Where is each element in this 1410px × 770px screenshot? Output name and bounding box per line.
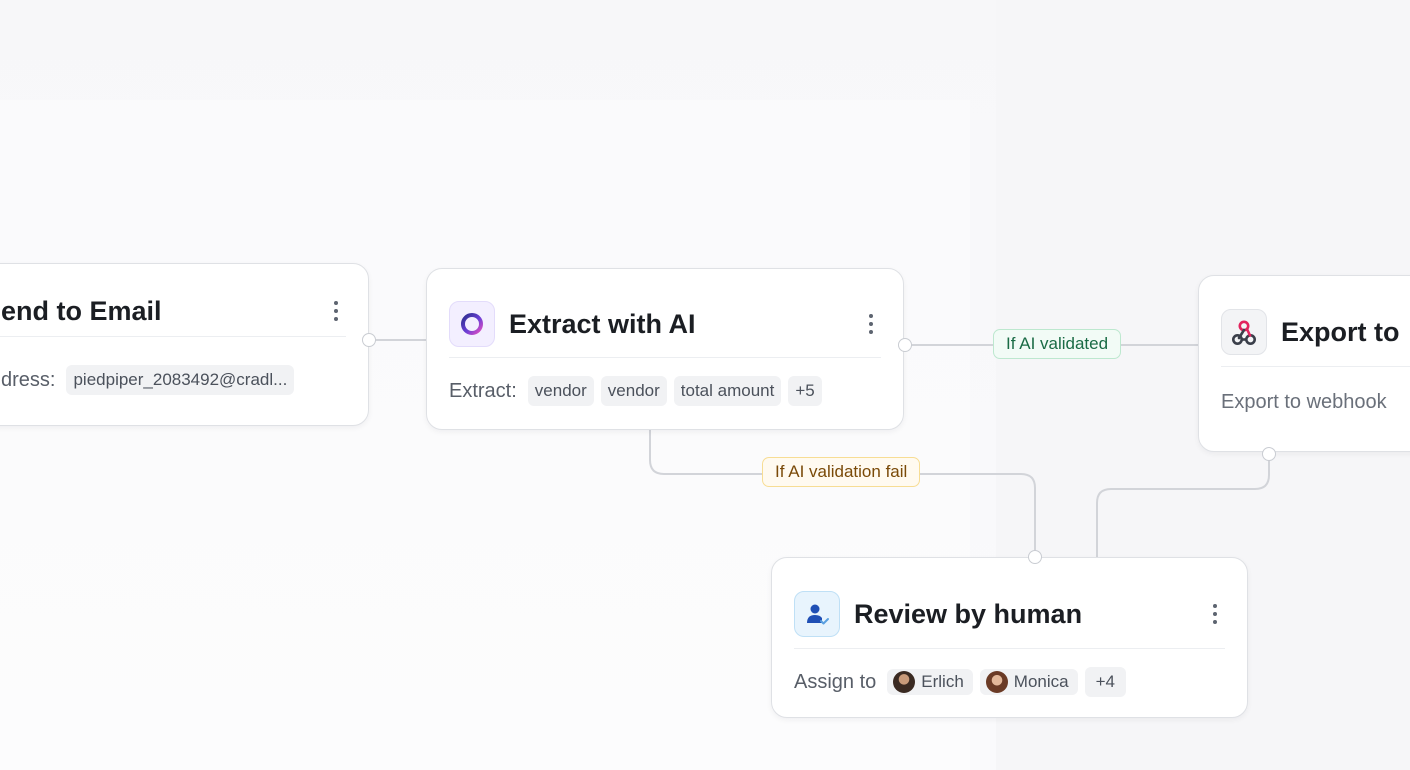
field-label: Extract: [449, 379, 517, 402]
more-vertical-icon[interactable] [326, 297, 346, 325]
node-extract-with-ai[interactable]: Extract with AI Extract: vendor vendor t… [426, 268, 904, 430]
more-assignees-chip[interactable]: +4 [1084, 667, 1126, 697]
avatar [985, 671, 1008, 693]
more-fields-chip[interactable]: +5 [788, 376, 822, 406]
extract-field-chip: vendor [600, 376, 667, 406]
edge-label-validation-fail: If AI validation fail [762, 457, 921, 487]
assignee-chip-monica[interactable]: Monica [979, 669, 1078, 695]
node-title: Review by human [854, 598, 1083, 629]
user-check-icon [794, 591, 840, 637]
email-address-chip: piedpiper_2083492@cradl... [66, 365, 295, 395]
node-send-to-email[interactable]: end to Email dress: piedpiper_2083492@cr… [0, 263, 369, 426]
avatar [893, 671, 916, 693]
node-title: end to Email [1, 295, 162, 326]
port-export-in[interactable] [1262, 447, 1276, 461]
port-extract-out[interactable] [898, 338, 912, 352]
node-title: Extract with AI [509, 308, 696, 339]
node-description: Export to webhook [1221, 390, 1387, 413]
port-send-out[interactable] [362, 333, 376, 347]
assignee-chip-erlich[interactable]: Erlich [887, 669, 973, 695]
extract-field-chip: total amount [673, 376, 782, 406]
assignee-name: Erlich [921, 672, 964, 691]
edge-label-validated: If AI validated [993, 329, 1122, 359]
webhook-icon [1221, 309, 1267, 355]
port-review-in[interactable] [1028, 550, 1042, 564]
assignee-name: Monica [1013, 672, 1069, 691]
edge-extract-to-review [649, 430, 1036, 557]
workflow-canvas: end to Email dress: piedpiper_2083492@cr… [0, 0, 1410, 770]
field-label: Assign to [794, 670, 877, 693]
ai-ring-icon [449, 301, 495, 347]
node-title: Export to [1281, 316, 1400, 347]
node-export[interactable]: Export to Export to webhook [1198, 275, 1410, 452]
node-review-by-human[interactable]: Review by human Assign to Erlich Monica … [771, 557, 1248, 718]
field-label: dress: [1, 368, 56, 391]
more-vertical-icon[interactable] [1205, 600, 1225, 628]
extract-field-chip: vendor [527, 376, 594, 406]
edge-review-to-export [1096, 452, 1270, 557]
more-vertical-icon[interactable] [861, 310, 881, 338]
